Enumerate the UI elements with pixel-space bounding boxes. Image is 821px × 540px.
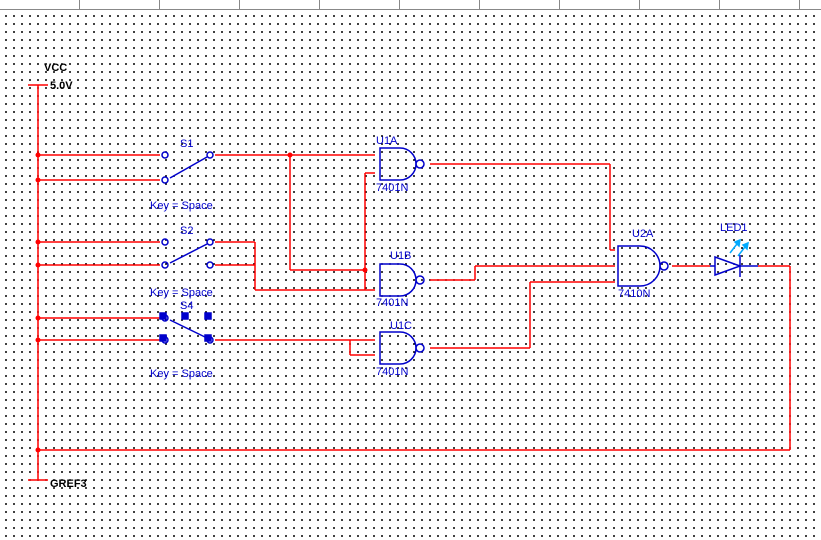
switch-s4-label: S4 — [180, 300, 193, 312]
switch-s2[interactable] — [162, 239, 213, 268]
gate-u1a-label: U1A — [376, 135, 397, 147]
ruler — [0, 0, 821, 10]
vcc-label: VCC — [44, 62, 67, 74]
led-label: LED1 — [720, 222, 748, 234]
gate-u1b[interactable] — [380, 264, 424, 296]
switch-s4-key-label: Key = Space — [150, 368, 213, 380]
gate-u1c-part-label: 7401N — [376, 366, 408, 378]
switch-s1[interactable] — [162, 152, 213, 183]
gate-u1c[interactable] — [380, 332, 424, 364]
gate-u1b-label: U1B — [390, 250, 411, 262]
vcc-value-label: 5.0V — [50, 80, 73, 92]
gate-u2a-label: U2A — [632, 228, 653, 240]
gnd-label: GREF3 — [50, 478, 87, 490]
switch-s2-key-label: Key = Space — [150, 287, 213, 299]
gate-u1c-label: U1C — [390, 320, 412, 332]
led-led1[interactable] — [710, 240, 758, 277]
gate-u1a-part-label: 7401N — [376, 182, 408, 194]
switch-s2-label: S2 — [180, 225, 193, 237]
gate-u1b-part-label: 7401N — [376, 297, 408, 309]
switch-s1-key-label: Key = Space — [150, 200, 213, 212]
switch-s1-label: S1 — [180, 138, 193, 150]
gate-u2a-part-label: 7410N — [618, 288, 650, 300]
gate-u1a[interactable] — [380, 148, 424, 180]
gate-u2a[interactable] — [618, 246, 668, 286]
schematic-canvas[interactable] — [0, 10, 821, 540]
switch-s4[interactable] — [160, 313, 213, 343]
